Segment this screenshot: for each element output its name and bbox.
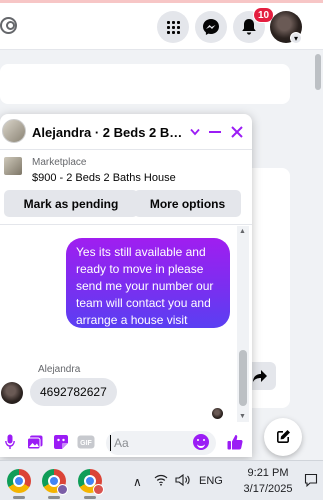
- chat-divider: [0, 224, 252, 225]
- sticker-icon[interactable]: [52, 433, 70, 451]
- top-accent-strip: [0, 0, 323, 3]
- profile-icon[interactable]: [0, 17, 17, 34]
- chat-title[interactable]: Alejandra · 2 Beds 2 Baths…: [32, 125, 184, 140]
- microphone-icon[interactable]: [1, 433, 19, 451]
- page-scrollbar[interactable]: [313, 52, 323, 457]
- text-caret: [110, 435, 111, 451]
- chrome-app-3[interactable]: [76, 467, 104, 499]
- running-indicator: [48, 496, 60, 499]
- windows-taskbar: ∧ ENG 9:21 PM 3/17/2025: [0, 460, 323, 500]
- messenger-icon: [203, 19, 219, 35]
- more-options-button[interactable]: More options: [134, 190, 241, 217]
- chevron-down-icon[interactable]: ▾: [290, 32, 302, 44]
- show-hidden-icons-chevron-up-icon[interactable]: ∧: [133, 475, 142, 489]
- menu-grid-icon: [166, 20, 180, 34]
- compose-icon: [277, 430, 290, 443]
- scroll-up-icon[interactable]: ▲: [239, 228, 246, 235]
- running-indicator: [84, 496, 96, 499]
- listing-image: [4, 157, 22, 175]
- incoming-message-bubble[interactable]: 4692782627: [30, 378, 117, 406]
- like-icon[interactable]: [226, 433, 244, 451]
- outgoing-message-bubble[interactable]: Yes its still available and ready to mov…: [66, 238, 230, 328]
- seen-indicator-avatar: [212, 408, 223, 419]
- close-icon[interactable]: [228, 123, 246, 141]
- minimize-icon[interactable]: [206, 123, 224, 141]
- chat-header[interactable]: Alejandra · 2 Beds 2 Baths…: [0, 114, 252, 150]
- caret-down-icon[interactable]: [186, 123, 204, 141]
- chrome-app-2[interactable]: [40, 467, 68, 499]
- menu-button[interactable]: [157, 11, 189, 43]
- marketplace-label: Marketplace: [32, 157, 87, 168]
- profile-overlay-icon: [93, 484, 104, 495]
- running-indicator: [13, 496, 25, 499]
- mark-as-pending-button[interactable]: Mark as pending: [4, 190, 138, 217]
- photo-icon[interactable]: [26, 433, 44, 451]
- chrome-icon: [7, 469, 31, 493]
- chat-scrollbar-thumb[interactable]: [239, 350, 247, 406]
- new-message-button[interactable]: [264, 418, 302, 456]
- listing-thumbnail[interactable]: [2, 119, 26, 143]
- page-scrollbar-thumb[interactable]: [315, 54, 321, 90]
- scroll-down-icon[interactable]: ▼: [239, 413, 246, 420]
- message-composer: GIF Aa: [0, 430, 252, 457]
- input-language-indicator[interactable]: ENG: [199, 475, 223, 487]
- svg-text:GIF: GIF: [80, 440, 92, 447]
- chat-window: Alejandra · 2 Beds 2 Baths… Marketplace …: [0, 114, 252, 457]
- profile-overlay-icon: [57, 484, 68, 495]
- sender-avatar[interactable]: [1, 382, 23, 404]
- clock-time: 9:21 PM: [247, 467, 289, 479]
- gif-icon[interactable]: GIF: [77, 433, 95, 451]
- volume-icon[interactable]: [175, 473, 191, 489]
- wifi-icon[interactable]: [154, 474, 168, 489]
- marketplace-listing-row[interactable]: Marketplace $900 - 2 Beds 2 Baths House: [0, 151, 252, 189]
- system-clock[interactable]: 9:21 PM 3/17/2025: [238, 465, 298, 497]
- sender-name: Alejandra: [38, 364, 81, 375]
- notification-center-icon[interactable]: [304, 473, 318, 488]
- listing-title: $900 - 2 Beds 2 Baths House: [32, 172, 176, 184]
- message-input-placeholder: Aa: [114, 436, 129, 450]
- chat-scrollbar[interactable]: ▲ ▼: [237, 226, 249, 422]
- top-navigation-bar: 10 ▾: [0, 0, 323, 50]
- emoji-icon[interactable]: [193, 434, 209, 450]
- feed-card-top: [0, 64, 290, 104]
- clock-date: 3/17/2025: [243, 483, 293, 495]
- messenger-button[interactable]: [195, 11, 227, 43]
- chrome-app-1[interactable]: [5, 467, 33, 499]
